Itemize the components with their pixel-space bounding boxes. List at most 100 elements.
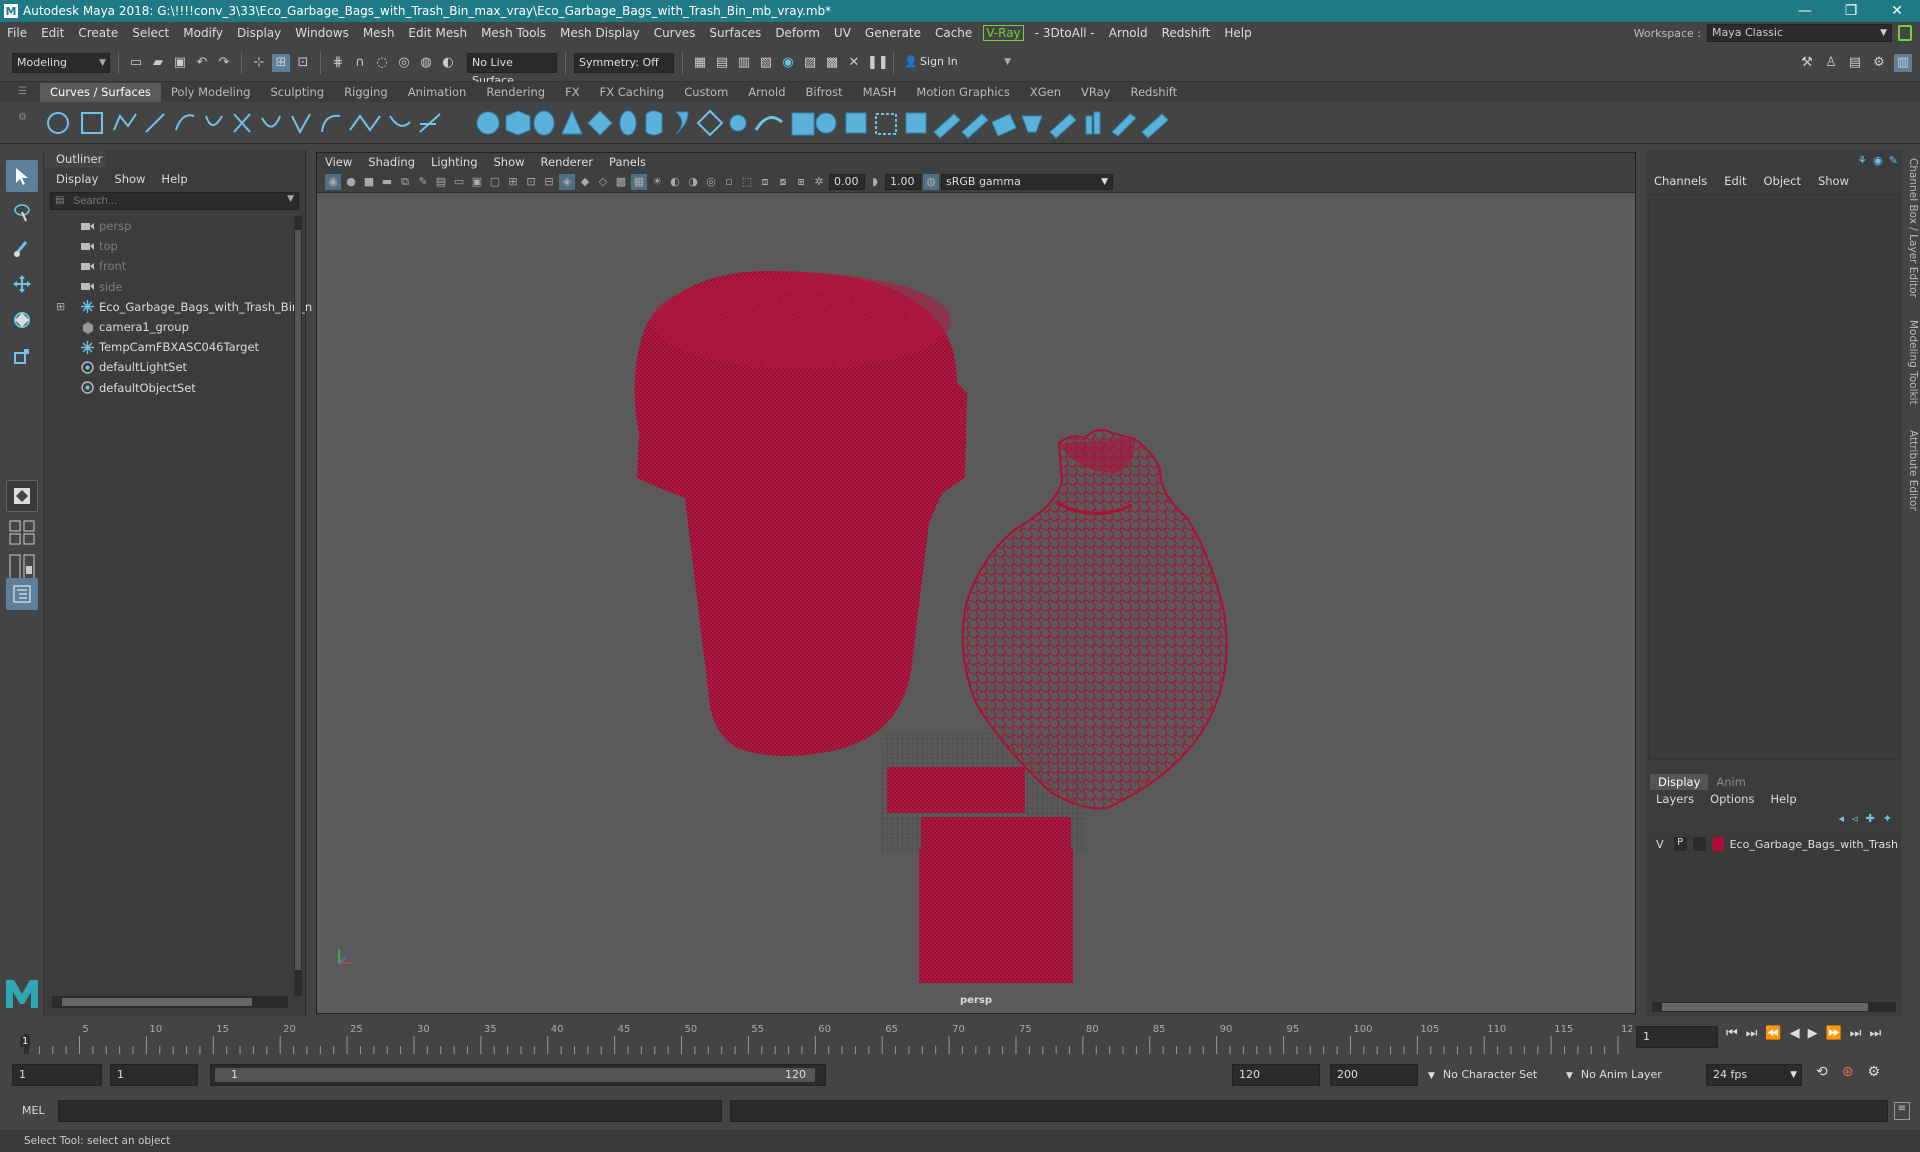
outliner-item[interactable]: camera1_group	[56, 317, 189, 337]
wireframe-on-shaded-icon[interactable]: ◇	[595, 174, 611, 190]
layer-menu-help[interactable]: Help	[1770, 792, 1796, 806]
shelf-tab-rendering[interactable]: Rendering	[476, 83, 555, 102]
layer-color-swatch[interactable]	[1712, 837, 1724, 851]
depth-of-field-icon[interactable]: ▫	[721, 174, 737, 190]
current-frame-field[interactable]: 1	[1636, 1026, 1718, 1048]
side-tab-attribute-editor[interactable]: Attribute Editor	[1905, 430, 1919, 511]
film-gate-icon[interactable]: ▭	[451, 174, 467, 190]
menu-3dtoall[interactable]: - 3DtoAll -	[1028, 26, 1102, 40]
menu-mesh-display[interactable]: Mesh Display	[553, 26, 647, 40]
render-frame-icon[interactable]: ▤	[713, 54, 731, 72]
layer-horizontal-scrollbar[interactable]	[1652, 1002, 1896, 1012]
xray-icon[interactable]: ⧈	[757, 174, 773, 190]
outliner-item[interactable]: TempCamFBXASC046Target	[56, 337, 259, 357]
script-editor-icon[interactable]: ≡	[1894, 1102, 1910, 1120]
insert-isoparm-icon[interactable]	[1021, 115, 1043, 133]
pencil-curve-icon[interactable]	[175, 114, 195, 131]
fps-dropdown[interactable]: 24 fps ▼	[1706, 1064, 1802, 1086]
menu-create[interactable]: Create	[71, 26, 125, 40]
step-forward-frame-icon[interactable]: ⏩	[1826, 1026, 1842, 1041]
layer-playback-toggle[interactable]: P	[1673, 837, 1687, 851]
playback-end-field[interactable]: 120	[1232, 1064, 1320, 1086]
move-tool-button[interactable]	[6, 268, 38, 300]
open-scene-icon[interactable]: ▰	[149, 54, 167, 72]
channel-help-icon[interactable]: ✎	[1889, 154, 1898, 167]
square-surface-icon[interactable]	[815, 112, 837, 134]
resolution-gate-icon[interactable]: ▣	[469, 174, 485, 190]
menu-modify[interactable]: Modify	[176, 26, 230, 40]
layer-type-toggle[interactable]	[1692, 837, 1707, 851]
bezier-icon[interactable]	[233, 113, 251, 133]
menu-deform[interactable]: Deform	[768, 26, 827, 40]
arc-icon[interactable]	[205, 115, 223, 126]
nurbs-cone-icon[interactable]	[561, 109, 583, 135]
vray-frame-buffer-icon[interactable]: ▨	[801, 54, 819, 72]
snap-grid-icon[interactable]: ⋕	[329, 54, 347, 72]
bookmark-icon[interactable]: ■	[361, 174, 377, 190]
shelf-tab-curves-surfaces[interactable]: Curves / Surfaces	[40, 83, 161, 102]
grid-icon[interactable]: ▤	[433, 174, 449, 190]
live-surface-field[interactable]: No Live Surface	[467, 52, 557, 87]
scrollbar-thumb[interactable]	[1662, 1003, 1868, 1011]
play-backward-icon[interactable]: ◀	[1790, 1026, 1800, 1041]
outliner-tab[interactable]: Outliner	[44, 150, 106, 168]
animation-start-field[interactable]: 1	[12, 1064, 102, 1086]
menu-edit-mesh[interactable]: Edit Mesh	[401, 26, 474, 40]
shelf-tab-mash[interactable]: MASH	[853, 83, 907, 102]
menu-arnold[interactable]: Arnold	[1102, 26, 1155, 40]
color-management-icon[interactable]: ◍	[923, 173, 939, 190]
2d-pan-zoom-icon[interactable]: ⧉	[397, 174, 413, 190]
outliner-item[interactable]: front	[56, 256, 126, 276]
snap-view-icon[interactable]: ◎	[395, 54, 413, 72]
workspace-dropdown[interactable]: Maya Classic ▼	[1707, 24, 1892, 42]
attach-surface-icon[interactable]	[1049, 113, 1077, 139]
detach-surface-icon[interactable]	[1085, 115, 1093, 135]
motion-blur-icon[interactable]: ◑	[685, 174, 701, 190]
isolate-select-icon[interactable]: ⬚	[739, 174, 755, 190]
time-ruler[interactable]: 5 10 15 20 25 30 35 40 45 50 55 60 65 70 75 80 85 90 95 100…	[20, 1016, 1632, 1056]
smooth-shade-icon[interactable]: ◆	[577, 174, 593, 190]
screen-space-ao-icon[interactable]: ◐	[667, 174, 683, 190]
outliner-item[interactable]: persp	[56, 216, 131, 236]
shelf-tab-poly-modeling[interactable]: Poly Modeling	[161, 83, 261, 102]
menu-file[interactable]: File	[0, 26, 34, 40]
scale-tool-button[interactable]	[6, 340, 38, 372]
vray-render-icon[interactable]: ▩	[823, 54, 841, 72]
use-lights-icon[interactable]: ▦	[631, 173, 647, 190]
trash-bin-wireframe[interactable]	[634, 271, 968, 757]
undo-icon[interactable]: ↶	[193, 54, 211, 72]
command-input[interactable]	[58, 1100, 722, 1122]
chevron-down-icon[interactable]: ▼	[287, 194, 294, 204]
scrollbar-thumb[interactable]	[295, 230, 301, 970]
channel-attributes-icon[interactable]: ⚘	[1857, 154, 1867, 167]
symmetry-dropdown[interactable]: Symmetry: Off	[574, 52, 674, 73]
menu-cache[interactable]: Cache	[928, 26, 979, 40]
save-scene-icon[interactable]: ▣	[171, 54, 189, 72]
side-tab-channel-box-layer-editor[interactable]: Channel Box / Layer Editor	[1905, 158, 1919, 298]
extrude-icon[interactable]	[729, 114, 747, 132]
viewport-menu-shading[interactable]: Shading	[368, 155, 415, 169]
outliner-menu-display[interactable]: Display	[56, 172, 98, 186]
shelf-tab-motion-graphics[interactable]: Motion Graphics	[906, 83, 1019, 102]
minimize-button[interactable]: —	[1782, 3, 1828, 19]
render-view-icon[interactable]: ▦	[691, 54, 709, 72]
safe-action-icon[interactable]: ⊡	[523, 174, 539, 190]
image-plane-icon[interactable]: ▬	[379, 174, 395, 190]
trim-icon[interactable]	[933, 113, 961, 139]
channel-menu-show[interactable]: Show	[1818, 174, 1849, 188]
shelf-tab-vray[interactable]: VRay	[1071, 83, 1120, 102]
range-slider[interactable]: 1 120	[210, 1064, 826, 1086]
viewport-menu-view[interactable]: View	[325, 155, 352, 169]
layer-menu-layers[interactable]: Layers	[1656, 792, 1694, 806]
channel-menu-edit[interactable]: Edit	[1724, 174, 1746, 188]
maximize-button[interactable]: ❐	[1828, 3, 1874, 19]
viewport-menu-renderer[interactable]: Renderer	[541, 155, 594, 169]
scrollbar-thumb[interactable]	[62, 998, 252, 1006]
attribute-editor-icon[interactable]: ▤	[1846, 54, 1864, 72]
shelf-tab-bifrost[interactable]: Bifrost	[796, 83, 853, 102]
sculpt-geometry-icon[interactable]	[1111, 113, 1137, 137]
menu-redshift[interactable]: Redshift	[1155, 26, 1218, 40]
exposure-field[interactable]: 0.00	[829, 173, 865, 190]
safe-title-icon[interactable]: ⊟	[541, 174, 557, 190]
rebuild-surface-icon[interactable]	[1141, 113, 1169, 139]
